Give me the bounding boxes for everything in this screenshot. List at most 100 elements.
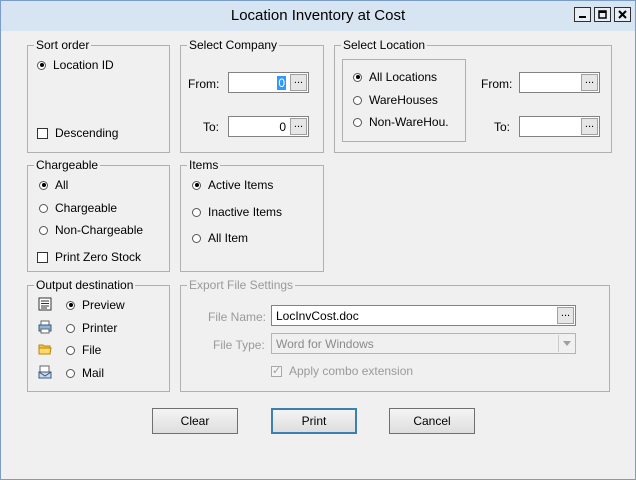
chevron-down-icon [558,335,574,352]
output-printer-label: Printer [82,321,118,335]
title-bar: Location Inventory at Cost [1,1,635,31]
close-icon [618,10,627,19]
file-name-value: LocInvCost.doc [276,309,359,323]
non-chargeable-label: Non-Chargeable [55,223,144,237]
close-button[interactable] [614,7,631,22]
all-locations-radio[interactable]: All Locations [353,69,437,85]
location-to-label: To: [494,120,511,134]
file-type-label: File Type: [213,338,265,352]
apply-combo-extension-checkbox[interactable]: Apply combo extension [271,363,413,379]
radio-dot [192,180,201,190]
output-mail-radio[interactable]: Mail [66,365,104,381]
company-to-browse-button[interactable]: ... [290,118,307,135]
output-destination-legend: Output destination [34,278,136,292]
location-from-input[interactable]: ... [519,72,600,93]
radio-dot [353,95,362,105]
inactive-items-radio[interactable]: Inactive Items [192,204,282,220]
minimize-icon [579,16,586,18]
chargeable-all-radio[interactable]: All [39,177,68,193]
company-from-input[interactable]: 0 ... [228,72,309,93]
chargeable-all-label: All [55,178,69,192]
folder-icon [38,344,52,355]
dialog-client: Sort order Location ID Descending Select… [1,31,635,479]
non-warehouses-label: Non-WareHou. [369,115,449,129]
warehouses-radio[interactable]: WareHouses [353,92,438,108]
select-company-group: Select Company From: 0 ... To: 0 ... [180,38,324,153]
non-chargeable-radio[interactable]: Non-Chargeable [39,222,143,238]
sort-location-id-radio[interactable]: Location ID [37,57,114,73]
location-from-label: From: [481,77,513,91]
output-mail-label: Mail [82,366,105,380]
items-legend: Items [187,158,221,172]
chargeable-label: Chargeable [55,201,118,215]
radio-dot [353,72,362,82]
dialog-window: Location Inventory at Cost Sort order Lo… [0,0,636,480]
file-name-input[interactable]: LocInvCost.doc ... [271,305,576,326]
location-from-browse-button[interactable]: ... [581,74,598,91]
preview-icon [38,297,52,311]
file-type-select[interactable]: Word for Windows [271,333,576,354]
radio-dot [66,300,75,310]
radio-dot [66,345,75,355]
radio-dot [37,60,46,70]
checkbox-box [37,251,48,263]
apply-combo-extension-label: Apply combo extension [289,364,414,378]
output-file-radio[interactable]: File [66,342,101,358]
radio-dot [39,180,48,190]
all-locations-label: All Locations [369,70,438,84]
active-items-label: Active Items [208,178,274,192]
export-settings-group: Export File Settings File Name: LocInvCo… [180,278,610,392]
export-settings-legend: Export File Settings [187,278,296,292]
chargeable-group: Chargeable All Chargeable Non-Chargeable… [27,158,170,272]
warehouses-label: WareHouses [369,93,438,107]
output-file-label: File [82,343,102,357]
print-button[interactable]: Print [271,408,357,434]
file-name-label: File Name: [208,310,267,324]
chargeable-radio[interactable]: Chargeable [39,200,117,216]
checkbox-box [37,127,48,139]
non-warehouses-radio[interactable]: Non-WareHou. [353,114,449,130]
location-to-input[interactable]: ... [519,116,600,137]
output-destination-group: Output destination Preview Printer File … [27,278,170,392]
all-item-label: All Item [208,231,249,245]
company-from-browse-button[interactable]: ... [290,74,307,91]
radio-dot [192,233,201,243]
file-type-value: Word for Windows [276,337,374,351]
output-printer-radio[interactable]: Printer [66,320,117,336]
radio-dot [39,225,48,235]
company-to-input[interactable]: 0 ... [228,116,309,137]
radio-dot [192,207,201,217]
print-zero-stock-checkbox[interactable]: Print Zero Stock [37,249,141,265]
chargeable-legend: Chargeable [34,158,101,172]
radio-dot [353,117,362,127]
location-type-box: All Locations WareHouses Non-WareHou. [342,59,466,142]
select-location-legend: Select Location [341,38,428,52]
minimize-button[interactable] [574,7,591,22]
checkbox-box [271,364,282,377]
sort-order-legend: Sort order [34,38,92,52]
radio-dot [66,368,75,378]
maximize-icon [598,10,607,19]
company-from-label: From: [188,77,220,91]
file-name-browse-button[interactable]: ... [557,307,574,324]
items-group: Items Active Items Inactive Items All It… [180,158,324,272]
output-preview-label: Preview [82,298,125,312]
printer-icon [38,320,52,334]
radio-dot [39,203,48,213]
all-item-radio[interactable]: All Item [192,230,248,246]
location-to-browse-button[interactable]: ... [581,118,598,135]
cancel-button[interactable]: Cancel [389,408,475,434]
window-title: Location Inventory at Cost [230,7,406,24]
print-zero-stock-label: Print Zero Stock [55,250,142,264]
sort-location-id-label: Location ID [53,58,114,72]
inactive-items-label: Inactive Items [208,205,283,219]
clear-button[interactable]: Clear [152,408,238,434]
descending-checkbox[interactable]: Descending [37,125,118,141]
company-to-value: 0 [279,120,286,134]
active-items-radio[interactable]: Active Items [192,177,273,193]
output-preview-radio[interactable]: Preview [66,297,125,313]
select-company-legend: Select Company [187,38,280,52]
sort-order-group: Sort order Location ID Descending [27,38,170,153]
radio-dot [66,323,75,333]
maximize-button[interactable] [594,7,611,22]
